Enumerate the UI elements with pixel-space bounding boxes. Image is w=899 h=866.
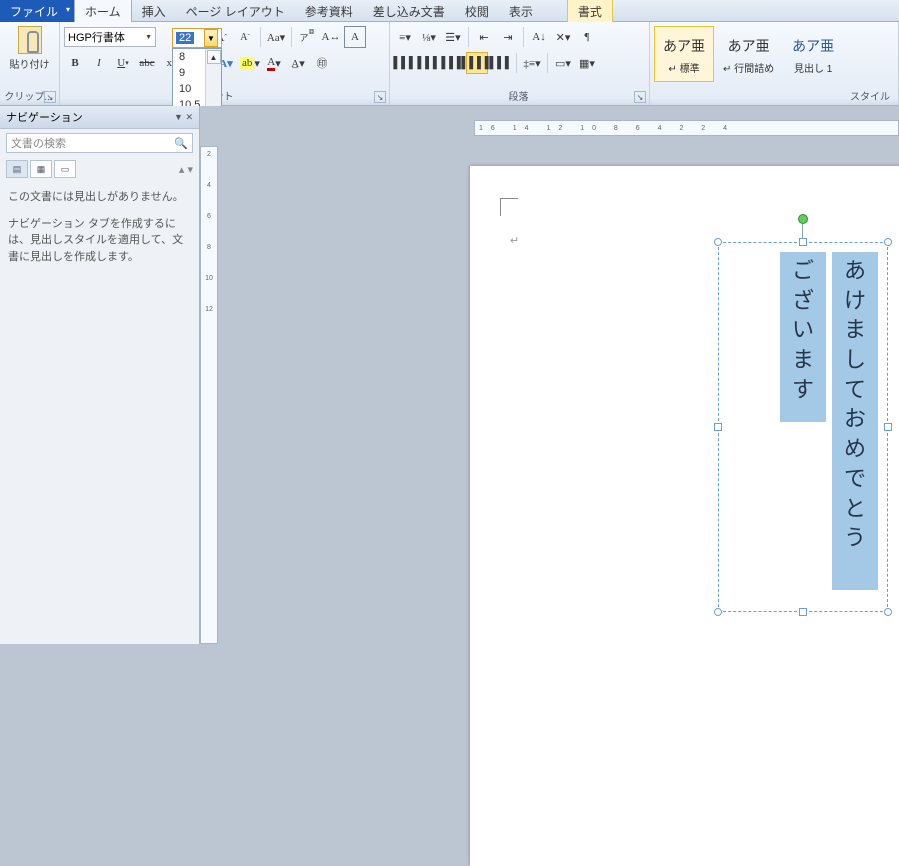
shrink-font-button[interactable]: Aˇ xyxy=(234,26,256,48)
clipboard-launcher-icon[interactable]: ↘ xyxy=(44,91,56,103)
horizontal-ruler[interactable]: 16 14 12 10 8 6 4 2 2 4 xyxy=(474,120,899,136)
italic-button[interactable]: I xyxy=(88,52,110,74)
paragraph-mark-icon: ↵ xyxy=(510,234,519,247)
decrease-indent-button[interactable]: ⇤ xyxy=(473,26,495,48)
change-case-button[interactable]: Aa▾ xyxy=(265,26,287,48)
paste-button[interactable]: 貼り付け xyxy=(4,24,55,73)
resize-handle-s[interactable] xyxy=(799,608,807,616)
font-name-combo[interactable]: HGP行書体 ▼ xyxy=(64,27,156,47)
align-center-button[interactable]: ▌▌▌ xyxy=(418,52,440,74)
tab-references[interactable]: 参考資料 xyxy=(295,0,363,22)
char-border-button[interactable]: A xyxy=(344,26,366,48)
tab-file[interactable]: ファイル xyxy=(0,0,74,22)
tab-view[interactable]: 表示 xyxy=(499,0,543,22)
vertical-ruler[interactable]: 2 4 6 8 10 12 xyxy=(200,146,218,644)
margin-corner-tl xyxy=(500,198,518,216)
resize-handle-e[interactable] xyxy=(884,423,892,431)
nav-msg-no-headings: この文書には見出しがありません。 xyxy=(8,189,191,206)
bold-button[interactable]: B xyxy=(64,52,86,74)
style-heading1[interactable]: あア亜 見出し 1 xyxy=(783,26,843,82)
nav-msg-instructions: ナビゲーション タブを作成するには、見出しスタイルを適用して、文書に見出しを作成… xyxy=(8,216,191,266)
paste-icon xyxy=(18,26,42,54)
align-left-button[interactable]: ▌▌▌ xyxy=(394,52,416,74)
paste-label: 貼り付け xyxy=(10,56,50,71)
nav-view-tabs: ▤ ▦ ▭ ▴ ▾ xyxy=(0,157,199,181)
increase-indent-button[interactable]: ⇥ xyxy=(497,26,519,48)
resize-handle-n[interactable] xyxy=(799,238,807,246)
vertical-text-line-2: ございます xyxy=(780,252,826,422)
nav-search-placeholder: 文書の検索 xyxy=(11,135,66,151)
resize-handle-w[interactable] xyxy=(714,423,722,431)
align-justify-button[interactable]: ▌▌▌▌ xyxy=(466,52,488,74)
tab-review[interactable]: 校閲 xyxy=(455,0,499,22)
chevron-down-icon: ▼ xyxy=(145,34,152,41)
numbering-button[interactable]: ⅛▾ xyxy=(418,26,440,48)
resize-handle-se[interactable] xyxy=(884,608,892,616)
font-group-label: ント ↘ xyxy=(60,88,387,103)
textbox-content: あけましておめでとう ございます xyxy=(722,246,884,596)
tab-insert[interactable]: 挿入 xyxy=(132,0,176,22)
style-no-spacing[interactable]: あア亜 ↵ 行間詰め xyxy=(716,26,781,82)
nav-body: この文書には見出しがありません。 ナビゲーション タブを作成するには、見出しスタ… xyxy=(0,181,199,273)
style-normal[interactable]: あア亜 ↵ 標準 xyxy=(654,26,714,82)
enclose-char-button[interactable]: ㊞ xyxy=(311,52,333,74)
sort-button[interactable]: A↓ xyxy=(528,26,550,48)
styles-group-label: スタイル xyxy=(650,88,896,103)
multilevel-button[interactable]: ☰▾ xyxy=(442,26,464,48)
paragraph-launcher-icon[interactable]: ↘ xyxy=(634,91,646,103)
nav-search-input[interactable]: 文書の検索 🔍 xyxy=(6,133,193,153)
show-marks-button[interactable]: ¶ xyxy=(576,26,598,48)
char-scale-button[interactable]: A↔ xyxy=(320,26,342,48)
enclosed-char-button[interactable]: A̲▾ xyxy=(287,52,309,74)
nav-tab-headings[interactable]: ▤ xyxy=(6,160,28,178)
search-icon: 🔍 xyxy=(174,137,188,150)
resize-handle-ne[interactable] xyxy=(884,238,892,246)
tab-page-layout[interactable]: ページ レイアウト xyxy=(176,0,295,22)
resize-handle-sw[interactable] xyxy=(714,608,722,616)
navigation-pane: ナビゲーション ▼ ✕ 文書の検索 🔍 ▤ ▦ ▭ ▴ ▾ この文書には見出しが… xyxy=(0,106,200,644)
paragraph-group-label: 段落 ↘ xyxy=(390,88,647,103)
font-launcher-icon[interactable]: ↘ xyxy=(374,91,386,103)
nav-tab-pages[interactable]: ▦ xyxy=(30,160,52,178)
nav-pane-title: ナビゲーション xyxy=(6,109,83,125)
document-page[interactable]: ↵ あけましておめでとう ございます xyxy=(470,166,899,866)
ribbon: 貼り付け クリップ... ↘ HGP行書体 ▼ Aˆ Aˇ Aa▾ ア亜 A↔ … xyxy=(0,22,899,106)
nav-tab-results[interactable]: ▭ xyxy=(54,160,76,178)
font-size-dropdown-button[interactable]: ▼ xyxy=(204,29,218,47)
distributed-button[interactable]: ▌▌▌ xyxy=(490,52,512,74)
nav-pane-title-bar: ナビゲーション ▼ ✕ xyxy=(0,106,199,129)
document-area: 16 14 12 10 8 6 4 2 2 4 2 4 6 8 10 12 ↵ … xyxy=(200,106,899,644)
vertical-text-line-1: あけましておめでとう xyxy=(832,252,878,590)
scroll-up-icon[interactable]: ▲ xyxy=(207,50,221,64)
font-name-value: HGP行書体 xyxy=(68,29,125,45)
resize-handle-nw[interactable] xyxy=(714,238,722,246)
font-color-button[interactable]: A▾ xyxy=(263,52,285,74)
bullets-button[interactable]: ≡▾ xyxy=(394,26,416,48)
font-size-value: 22 xyxy=(176,32,194,44)
asian-layout-button[interactable]: ✕▾ xyxy=(552,26,574,48)
underline-button[interactable]: U▾ xyxy=(112,52,134,74)
line-spacing-button[interactable]: ‡≡▾ xyxy=(521,52,543,74)
strikethrough-button[interactable]: abc xyxy=(136,52,158,74)
highlight-button[interactable]: ab▾ xyxy=(239,52,261,74)
rotation-handle[interactable] xyxy=(798,214,808,224)
tab-mailings[interactable]: 差し込み文書 xyxy=(363,0,455,22)
tab-strip: ファイル ホーム 挿入 ページ レイアウト 参考資料 差し込み文書 校閲 表示 … xyxy=(0,0,899,22)
textbox-selection[interactable]: あけましておめでとう ございます xyxy=(718,242,888,612)
tab-home[interactable]: ホーム xyxy=(74,0,132,22)
borders-button[interactable]: ▦▾ xyxy=(576,52,598,74)
ruby-button[interactable]: ア亜 xyxy=(296,26,318,48)
shading-button[interactable]: ▭▾ xyxy=(552,52,574,74)
clipboard-group-label: クリップ... ↘ xyxy=(0,88,57,103)
tab-format-contextual[interactable]: 書式 xyxy=(567,0,613,22)
